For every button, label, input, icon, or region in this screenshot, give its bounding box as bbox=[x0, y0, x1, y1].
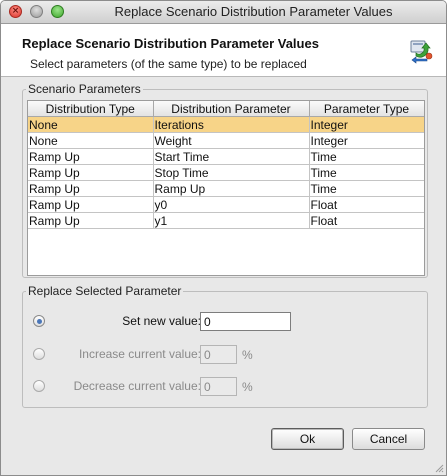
decrease-current-value-row: Decrease current value: % bbox=[23, 377, 427, 397]
cell-distribution-parameter: Ramp Up bbox=[153, 180, 310, 197]
cell-distribution-type: None bbox=[28, 132, 154, 149]
cell-distribution-type: None bbox=[28, 116, 154, 133]
cell-parameter-type: Float bbox=[309, 212, 424, 229]
column-header-parameter-type[interactable]: Parameter Type bbox=[309, 101, 424, 117]
dialog-header: Replace Scenario Distribution Parameter … bbox=[1, 24, 446, 77]
table-row[interactable]: None Weight Integer bbox=[28, 132, 424, 149]
replace-selected-parameter-group: Replace Selected Parameter Set new value… bbox=[22, 284, 428, 408]
set-new-value-input[interactable] bbox=[200, 312, 291, 331]
table-row[interactable]: Ramp Up y0 Float bbox=[28, 196, 424, 213]
increase-current-value-label: Increase current value: bbox=[78, 347, 201, 361]
scenario-parameters-group: Scenario Parameters Distribution Type Di… bbox=[22, 82, 428, 278]
dialog-title: Replace Scenario Distribution Parameter … bbox=[22, 36, 319, 51]
column-header-distribution-parameter[interactable]: Distribution Parameter bbox=[153, 101, 310, 117]
cell-parameter-type: Time bbox=[309, 148, 424, 165]
close-window-button[interactable]: × bbox=[9, 5, 22, 18]
replace-selected-parameter-label: Replace Selected Parameter bbox=[26, 284, 184, 298]
cell-distribution-parameter: y0 bbox=[153, 196, 310, 213]
zoom-window-button[interactable] bbox=[51, 5, 64, 18]
close-icon: × bbox=[11, 6, 20, 16]
table-header-row: Distribution Type Distribution Parameter… bbox=[28, 101, 424, 117]
increase-current-value-radio[interactable] bbox=[33, 348, 45, 360]
increase-percent-unit: % bbox=[242, 348, 253, 362]
table-row[interactable]: Ramp Up y1 Float bbox=[28, 212, 424, 229]
decrease-current-value-label: Decrease current value: bbox=[73, 379, 201, 393]
set-new-value-radio[interactable] bbox=[33, 315, 45, 327]
cell-distribution-type: Ramp Up bbox=[28, 164, 154, 181]
resize-grip-icon[interactable] bbox=[434, 463, 444, 473]
cell-distribution-parameter: Iterations bbox=[153, 116, 310, 133]
table-row[interactable]: None Iterations Integer bbox=[28, 116, 424, 133]
cell-distribution-type: Ramp Up bbox=[28, 212, 154, 229]
dialog-message: Select parameters (of the same type) to … bbox=[30, 57, 307, 71]
replace-arrows-icon bbox=[410, 40, 433, 64]
cell-parameter-type: Time bbox=[309, 164, 424, 181]
title-bar[interactable]: × Replace Scenario Distribution Paramete… bbox=[1, 1, 446, 24]
set-new-value-label: Set new value: bbox=[122, 314, 201, 328]
increase-current-value-input[interactable] bbox=[200, 345, 237, 364]
cell-distribution-parameter: Weight bbox=[153, 132, 310, 149]
cell-distribution-parameter: Stop Time bbox=[153, 164, 310, 181]
dialog-window: × Replace Scenario Distribution Paramete… bbox=[0, 0, 447, 476]
cell-parameter-type: Integer bbox=[309, 116, 424, 133]
table-row[interactable]: Ramp Up Stop Time Time bbox=[28, 164, 424, 181]
decrease-current-value-radio[interactable] bbox=[33, 380, 45, 392]
table-row[interactable]: Ramp Up Start Time Time bbox=[28, 148, 424, 165]
scenario-parameters-label: Scenario Parameters bbox=[26, 82, 143, 96]
table-row[interactable]: Ramp Up Ramp Up Time bbox=[28, 180, 424, 197]
column-header-distribution-type[interactable]: Distribution Type bbox=[28, 101, 154, 117]
cell-distribution-parameter: y1 bbox=[153, 212, 310, 229]
decrease-current-value-input[interactable] bbox=[200, 377, 237, 396]
parameters-table[interactable]: Distribution Type Distribution Parameter… bbox=[27, 100, 425, 276]
cell-parameter-type: Integer bbox=[309, 132, 424, 149]
set-new-value-row: Set new value: bbox=[23, 312, 427, 332]
increase-current-value-row: Increase current value: % bbox=[23, 345, 427, 365]
cell-parameter-type: Time bbox=[309, 180, 424, 197]
window-title: Replace Scenario Distribution Parameter … bbox=[114, 4, 393, 19]
cell-parameter-type: Float bbox=[309, 196, 424, 213]
cell-distribution-type: Ramp Up bbox=[28, 148, 154, 165]
cancel-button[interactable]: Cancel bbox=[352, 428, 425, 450]
minimize-window-button[interactable] bbox=[30, 5, 43, 18]
cell-distribution-type: Ramp Up bbox=[28, 196, 154, 213]
decrease-percent-unit: % bbox=[242, 380, 253, 394]
ok-button[interactable]: Ok bbox=[271, 428, 344, 450]
cell-distribution-parameter: Start Time bbox=[153, 148, 310, 165]
cell-distribution-type: Ramp Up bbox=[28, 180, 154, 197]
